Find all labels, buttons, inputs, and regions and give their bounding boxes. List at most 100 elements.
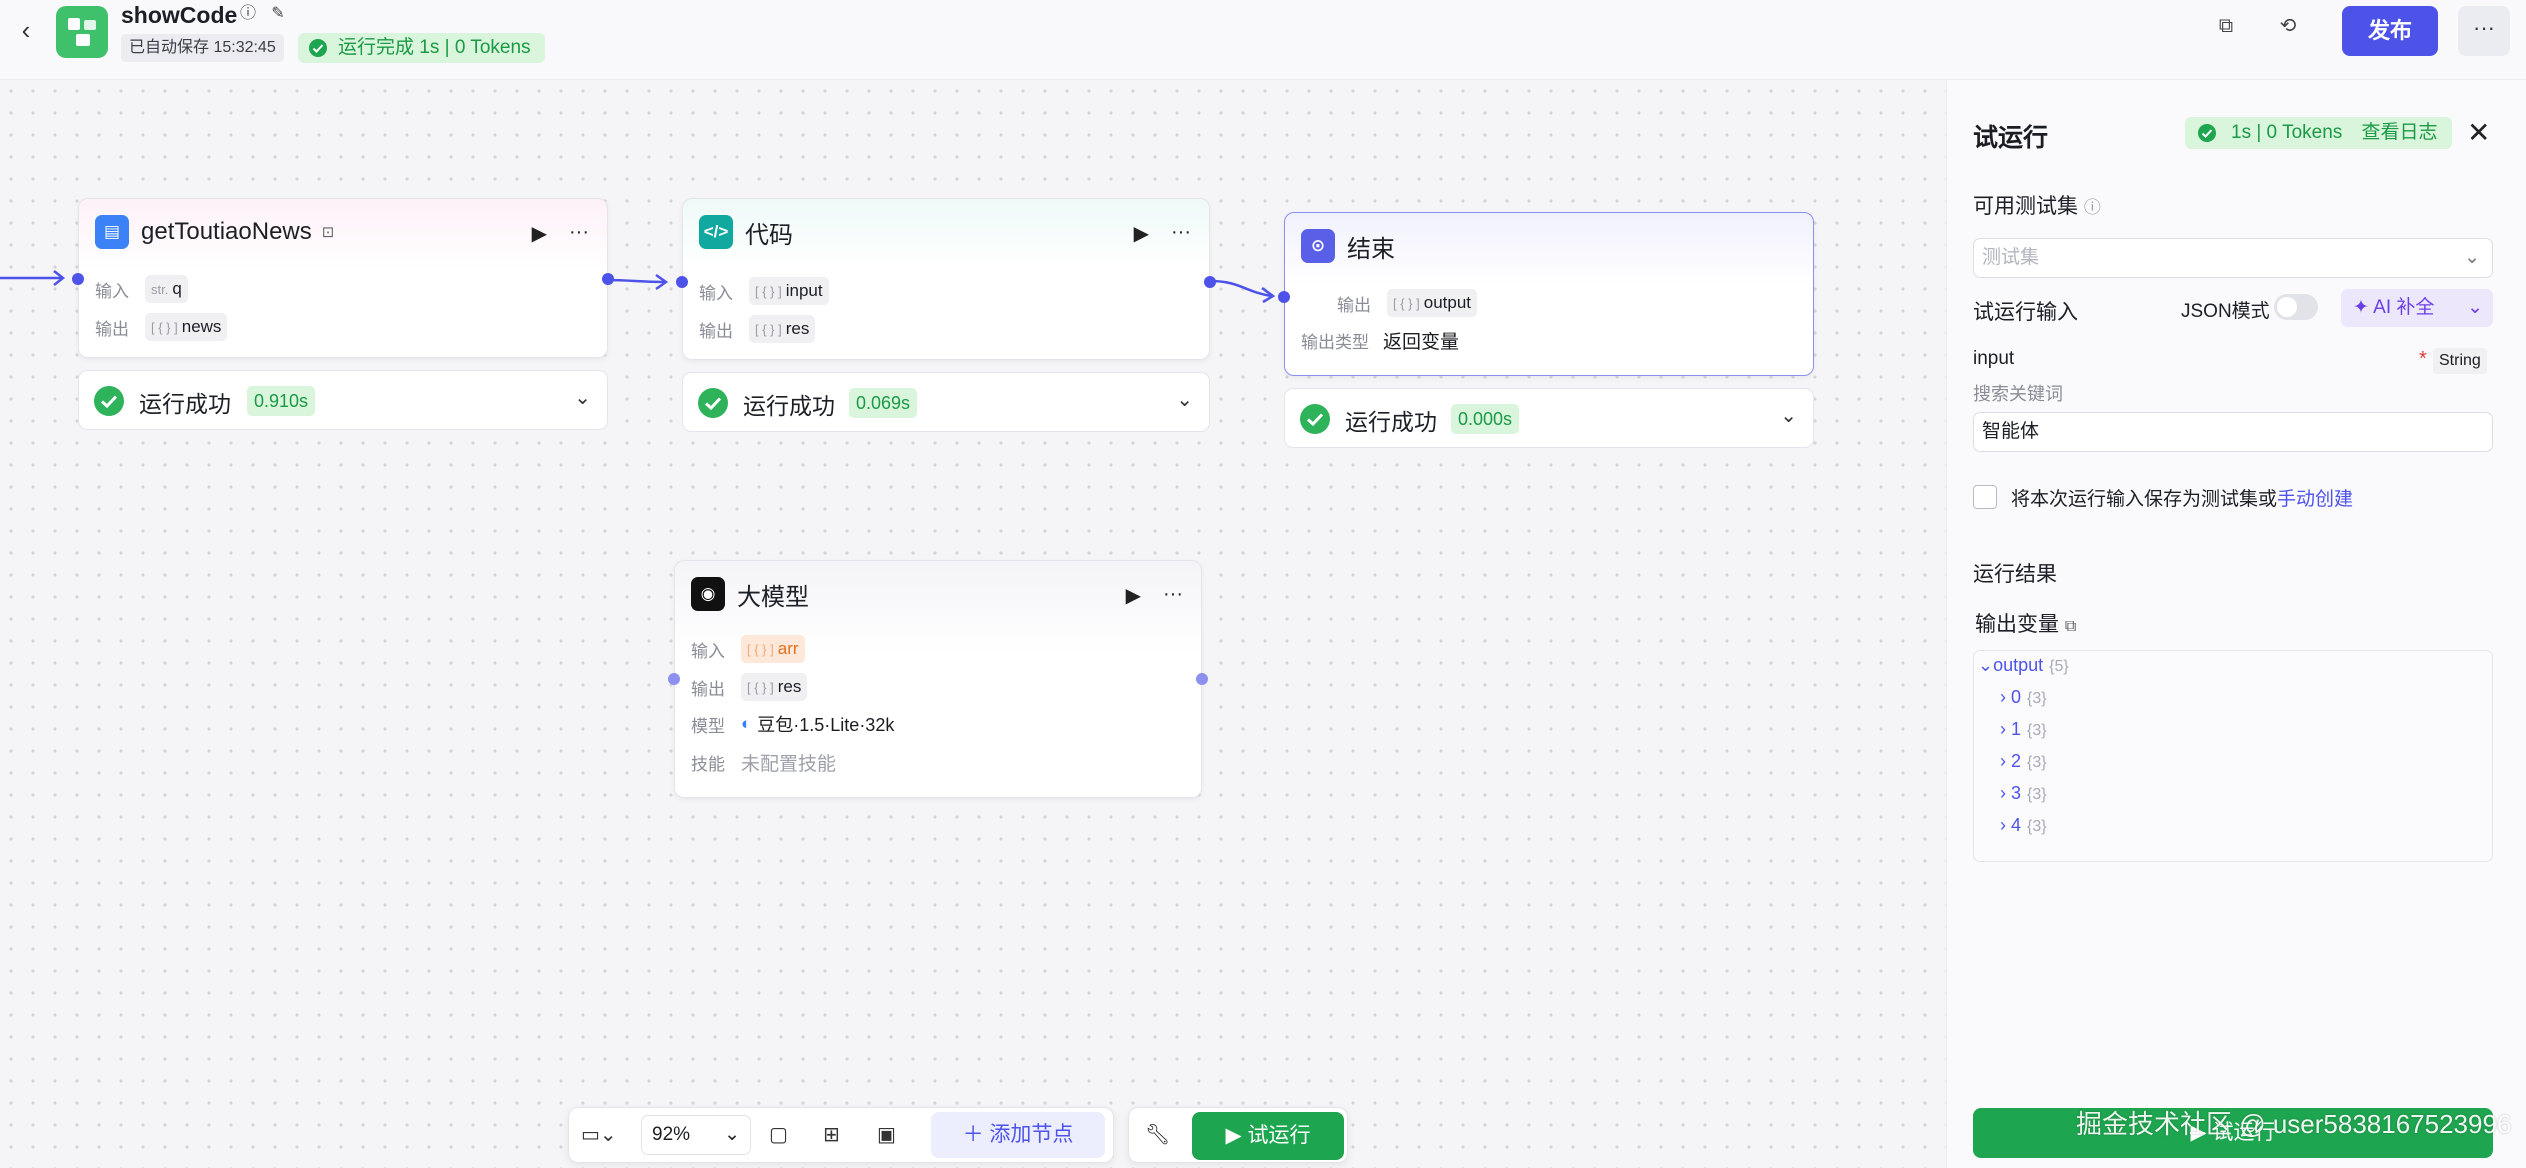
close-icon[interactable]: ✕ xyxy=(2467,116,2490,149)
copy-icon[interactable]: ⧉ xyxy=(2210,10,2242,42)
plugin-icon: ▤ xyxy=(95,215,129,249)
input-section-label: 试运行输入 xyxy=(1973,301,2078,324)
output-port[interactable] xyxy=(1196,673,1208,685)
node-get-toutiao-news[interactable]: ▤ getToutiaoNews ⊡ ▶ ··· 输入 str. q 输出 [ {… xyxy=(72,198,614,358)
node-more-icon[interactable]: ··· xyxy=(569,221,589,246)
tree-item[interactable]: › 4 {3} xyxy=(2000,815,2047,836)
chevron-down-icon[interactable]: ⌄ xyxy=(1176,387,1193,412)
trial-run-panel: 试运行 1s | 0 Tokens 查看日志 ✕ 可用测试集 ⓘ 测试集 ⌄ 试运… xyxy=(1946,80,2526,1168)
llm-icon: ◉ xyxy=(691,577,725,611)
json-mode-toggle[interactable] xyxy=(2274,294,2318,320)
workflow-title: showCode xyxy=(121,2,238,28)
input-port[interactable] xyxy=(1278,291,1290,303)
tree-item[interactable]: › 2 {3} xyxy=(2000,751,2047,772)
run-summary-text: 1s | 0 Tokens xyxy=(2231,122,2343,143)
image-icon[interactable]: ▣ xyxy=(877,1122,896,1147)
history-icon[interactable]: ⟲ xyxy=(2272,10,2304,42)
node-title: getToutiaoNews xyxy=(141,218,312,245)
check-circle-icon xyxy=(698,388,728,418)
output-type-value: 返回变量 xyxy=(1383,332,1460,353)
save-testset-text: 将本次运行输入保存为测试集或手动创建 xyxy=(2011,489,2354,510)
code-icon: </> xyxy=(699,215,733,249)
model-value: 豆包·1.5·Lite·32k xyxy=(757,715,895,735)
back-arrow-icon[interactable]: ‹ xyxy=(14,17,38,43)
duration-badge: 0.069s xyxy=(849,388,918,418)
manual-create-link[interactable]: 手动创建 xyxy=(2277,489,2353,510)
output-port[interactable] xyxy=(1204,276,1216,288)
field-hint: 搜索关键词 xyxy=(1973,384,2063,404)
info-icon[interactable]: ⓘ xyxy=(238,4,258,24)
input-port[interactable] xyxy=(72,273,84,285)
node-status-news[interactable]: 运行成功 0.910s ⌄ xyxy=(78,370,608,430)
zoom-select[interactable]: 92% ⌄ xyxy=(641,1115,751,1155)
output-port[interactable] xyxy=(602,273,614,285)
duration-badge: 0.000s xyxy=(1451,404,1520,434)
edit-icon[interactable]: ✎ xyxy=(268,4,288,24)
chevron-down-icon[interactable]: ⌄ xyxy=(574,385,591,410)
node-llm[interactable]: ◉ 大模型 ▶ ··· 输入 [ { } ] arr 输出 [ { } ] res … xyxy=(668,560,1208,798)
field-type-badge: String xyxy=(2433,348,2487,374)
layout-icon[interactable]: ⊞ xyxy=(823,1122,840,1147)
model-label: 模型 xyxy=(691,716,725,736)
end-node-icon: ⊙ xyxy=(1301,229,1335,263)
ai-fill-button[interactable]: ✦ AI 补全 ⌄ xyxy=(2341,289,2493,327)
minimap-icon[interactable]: ▭⌄ xyxy=(581,1122,617,1147)
json-mode-label: JSON模式 xyxy=(2181,301,2270,322)
tree-item[interactable]: › 1 {3} xyxy=(2000,719,2047,740)
check-circle-icon xyxy=(2198,124,2216,142)
copy-icon[interactable]: ⧉ xyxy=(2065,618,2076,635)
node-status-code[interactable]: 运行成功 0.069s ⌄ xyxy=(682,372,1210,432)
tree-item[interactable]: › 3 {3} xyxy=(2000,783,2047,804)
output-label: 输出 xyxy=(691,679,725,699)
publish-button[interactable]: 发布 xyxy=(2342,6,2438,56)
run-toolbar: 🔧︎ ▶ 试运行 xyxy=(1128,1107,1348,1163)
tree-root[interactable]: ⌄output {5} xyxy=(1978,655,2069,676)
skill-value: 未配置技能 xyxy=(741,754,837,775)
add-node-button[interactable]: ＋ 添加节点 xyxy=(931,1112,1105,1158)
tree-item[interactable]: › 0 {3} xyxy=(2000,687,2047,708)
input-field[interactable]: 智能体 xyxy=(1973,412,2493,452)
output-variable: [ { } ] news xyxy=(145,313,228,341)
panel-title: 试运行 xyxy=(1973,124,2049,152)
run-complete-text: 运行完成 1s | 0 Tokens xyxy=(338,37,531,58)
input-variable: [ { } ] arr xyxy=(741,635,805,663)
more-menu-icon[interactable]: ··· xyxy=(2458,6,2510,56)
output-variable: [ { } ] res xyxy=(741,673,808,701)
check-circle-icon xyxy=(94,386,124,416)
check-circle-icon xyxy=(1300,404,1330,434)
node-title: 代码 xyxy=(745,221,793,249)
node-more-icon[interactable]: ··· xyxy=(1163,583,1183,608)
required-mark: * xyxy=(2419,348,2427,370)
app-logo-icon xyxy=(56,6,108,58)
wrench-icon[interactable]: 🔧︎ xyxy=(1145,1122,1170,1147)
input-label: 输入 xyxy=(691,641,725,661)
status-text: 运行成功 xyxy=(139,391,231,417)
status-text: 运行成功 xyxy=(1345,409,1437,435)
info-icon: ⓘ xyxy=(2083,198,2101,217)
run-node-icon[interactable]: ▶ xyxy=(1134,221,1149,246)
model-logo-icon: ◐ xyxy=(741,714,752,733)
run-summary-badge[interactable]: 1s | 0 Tokens 查看日志 xyxy=(2185,117,2452,149)
output-tree: ⌄output {5} › 0 {3} › 1 {3} › 2 {3} › 3 {3} ›… xyxy=(1973,650,2493,862)
status-text: 运行成功 xyxy=(743,393,835,419)
input-port[interactable] xyxy=(676,276,688,288)
save-testset-checkbox[interactable] xyxy=(1973,485,1997,509)
run-node-icon[interactable]: ▶ xyxy=(532,221,547,246)
check-circle-icon xyxy=(309,39,327,57)
node-more-icon[interactable]: ··· xyxy=(1171,221,1191,246)
node-code[interactable]: </> 代码 ▶ ··· 输入 [ { } ] input 输出 [ { } ] r… xyxy=(676,198,1216,360)
chevron-down-icon[interactable]: ⌄ xyxy=(1780,403,1797,428)
testset-select[interactable]: 测试集 ⌄ xyxy=(1973,238,2493,278)
comment-icon[interactable]: ▢ xyxy=(769,1122,788,1147)
chevron-down-icon: ⌄ xyxy=(2464,247,2480,268)
node-end[interactable]: ⊙ 结束 输出 [ { } ] output 输出类型 返回变量 xyxy=(1278,212,1814,376)
trial-run-button[interactable]: ▶ 试运行 xyxy=(1192,1112,1344,1160)
input-variable: [ { } ] input xyxy=(749,277,829,305)
run-node-icon[interactable]: ▶ xyxy=(1126,583,1141,608)
result-label: 运行结果 xyxy=(1973,563,2057,586)
node-status-end[interactable]: 运行成功 0.000s ⌄ xyxy=(1284,388,1814,448)
input-port[interactable] xyxy=(668,673,680,685)
output-label: 输出 xyxy=(699,321,733,341)
top-bar: ‹ showCode ⓘ ✎ 已自动保存 15:32:45 运行完成 1s | … xyxy=(0,0,2526,80)
view-log-link[interactable]: 查看日志 xyxy=(2362,122,2438,143)
